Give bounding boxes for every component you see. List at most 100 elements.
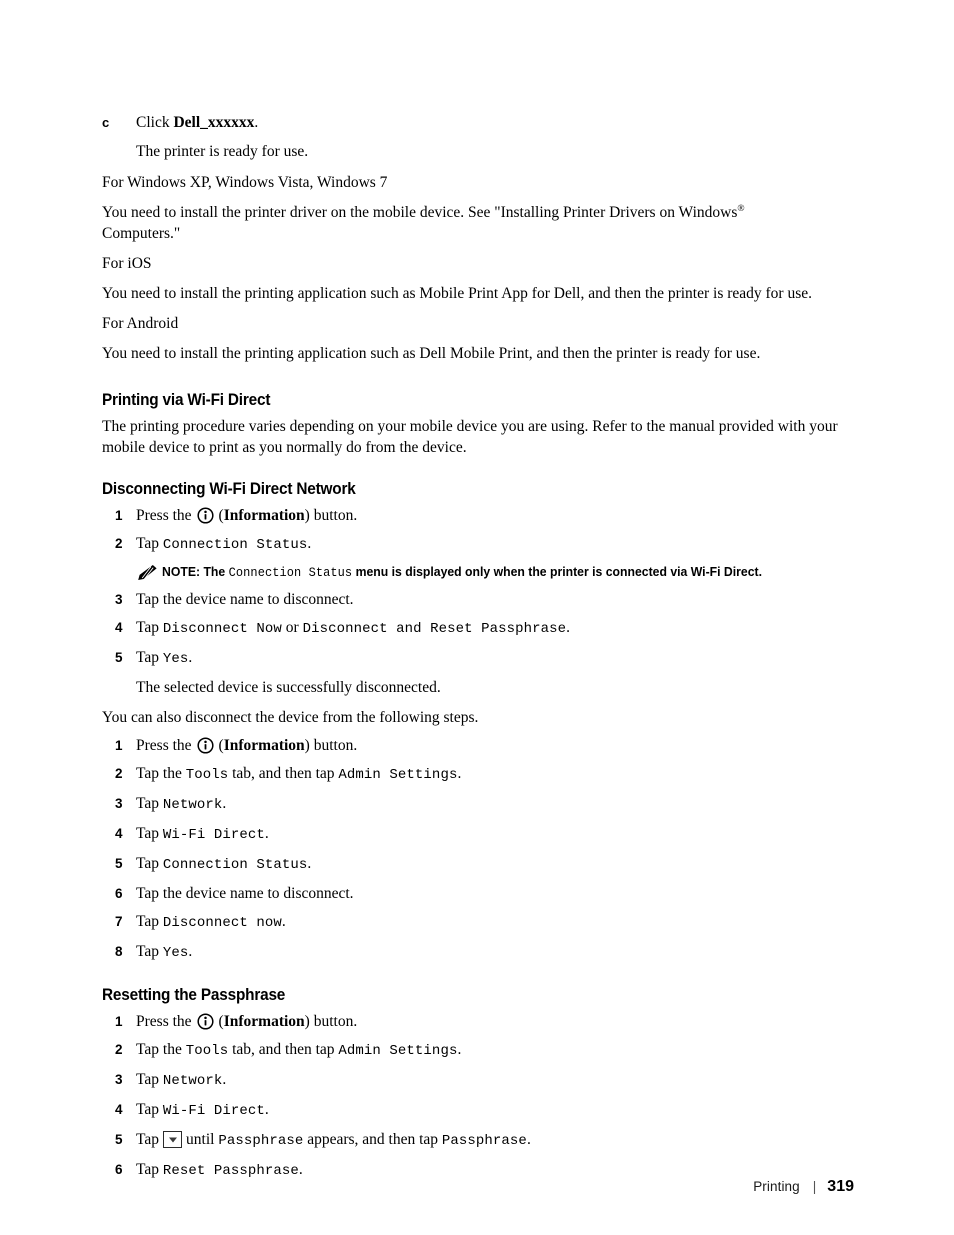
heading-disconnecting-wifi-direct-network: Disconnecting Wi-Fi Direct Network <box>102 480 356 498</box>
step-text-pre: Tap <box>136 795 163 812</box>
step-text: Press the (Information) button. <box>136 1011 854 1032</box>
registered-trademark-symbol: ® <box>737 203 745 214</box>
ui-string-disconnect-now: Disconnect now <box>162 915 282 931</box>
step-number: 4 <box>115 826 123 841</box>
step-text-post: . <box>298 1161 303 1178</box>
information-button-label: Information <box>223 1013 305 1030</box>
ui-string-tools: Tools <box>185 767 229 783</box>
ios-platform-heading: For iOS <box>102 255 152 272</box>
ui-string-passphrase-menu: Passphrase <box>441 1133 527 1149</box>
windows-platform-heading: For Windows XP, Windows Vista, Windows 7 <box>102 174 388 191</box>
step-text-pre: Tap the <box>136 765 186 782</box>
information-icon[interactable] <box>196 737 214 754</box>
disconnecting-steps-list: 1 Press the (Information) button. 2 Tap C… <box>102 505 854 556</box>
disconnecting-steps-list-cont: 3 Tap the device name to disconnect. 4 T… <box>102 589 854 670</box>
step-number: 4 <box>115 620 123 635</box>
printing-via-wifi-direct-body: The printing procedure varies depending … <box>102 418 838 456</box>
android-platform-heading: For Android <box>102 315 179 332</box>
step-text-mid: tab, and then tap <box>228 1041 339 1058</box>
step-text-pre: Tap <box>136 1071 163 1088</box>
heading-resetting-the-passphrase: Resetting the Passphrase <box>102 986 286 1004</box>
step-number: 1 <box>115 738 123 753</box>
step-text-post: . <box>222 1071 227 1088</box>
list-item: 4 Tap Wi-Fi Direct. <box>102 1099 854 1122</box>
step-text-pre: Tap <box>136 825 163 842</box>
windows-platform-body: You need to install the printer driver o… <box>102 202 854 244</box>
pencil-note-icon <box>136 564 162 582</box>
step-text-pre: Tap <box>136 535 163 552</box>
windows-body-text: You need to install the printer driver o… <box>102 204 738 221</box>
list-item: 6 Tap the device name to disconnect. <box>102 883 854 904</box>
step-text-pre: Tap <box>136 943 163 960</box>
step-text-post: . <box>222 795 227 812</box>
letter-step-marker: c <box>102 115 110 130</box>
information-icon[interactable] <box>196 507 214 524</box>
dell-device-name: Dell_xxxxxx <box>173 114 255 131</box>
ui-string-connection-status: Connection Status <box>162 537 308 553</box>
step-text: Tap the Tools tab, and then tap Admin Se… <box>136 763 854 786</box>
step-number: 6 <box>115 886 123 901</box>
footer-content: Printing | 319 <box>753 1178 854 1196</box>
list-item: 3 Tap Network. <box>102 1069 854 1092</box>
page-number: 319 <box>827 1178 854 1195</box>
disconnect-result-text: The selected device is successfully disc… <box>136 679 441 696</box>
step-number: 5 <box>115 1132 123 1147</box>
step-number: 2 <box>115 536 123 551</box>
down-arrow-button-icon[interactable] <box>163 1131 183 1148</box>
step-number: 5 <box>115 856 123 871</box>
step-text: Press the (Information) button. <box>136 735 854 756</box>
list-item: 4 Tap Wi-Fi Direct. <box>102 823 854 846</box>
note-text: NOTE: The Connection Status menu is disp… <box>162 563 799 581</box>
note-label: NOTE: <box>162 564 201 579</box>
step-text-post: . <box>281 913 286 930</box>
ui-string-network: Network <box>162 797 223 813</box>
list-item: 3 Tap Network. <box>102 793 854 816</box>
step-text: Tap Disconnect now. <box>136 911 854 934</box>
list-item: 1 Press the (Information) button. <box>102 505 854 526</box>
ui-string-yes: Yes <box>162 945 189 961</box>
step-number: 4 <box>115 1102 123 1117</box>
step-text: Tap Disconnect Now or Disconnect and Res… <box>136 617 854 640</box>
step-text-post: . <box>307 535 312 552</box>
step-text-mid-pre: until <box>186 1131 219 1148</box>
step-text-post: . <box>264 825 269 842</box>
step-text-pre: Tap <box>136 649 163 666</box>
ui-string-disconnect-and-reset-passphrase: Disconnect and Reset Passphrase <box>302 621 567 637</box>
step-text-post: . <box>307 855 312 872</box>
ui-string-passphrase: Passphrase <box>218 1133 304 1149</box>
ui-string-tools: Tools <box>185 1043 229 1059</box>
step-text: Press the (Information) button. <box>136 505 854 526</box>
list-item: 4 Tap Disconnect Now or Disconnect and R… <box>102 617 854 640</box>
step-text-pre: Press the <box>136 737 192 754</box>
page-content: c Click Dell_xxxxxx. The printer is read… <box>102 112 854 1189</box>
step-text-pre: Tap <box>136 1101 163 1118</box>
information-icon[interactable] <box>196 1013 214 1030</box>
letter-step-body: Click Dell_xxxxxx. <box>136 112 854 133</box>
footer-chapter-label: Printing <box>753 1179 800 1194</box>
letter-step-result: The printer is ready for use. <box>136 143 309 160</box>
list-item: 2 Tap the Tools tab, and then tap Admin … <box>102 763 854 786</box>
ui-string-admin-settings: Admin Settings <box>338 767 458 783</box>
footer-separator: | <box>812 1179 817 1194</box>
step-text: Tap Wi-Fi Direct. <box>136 823 854 846</box>
note-text-post: menu is displayed only when the printer … <box>352 564 762 579</box>
ui-string-network: Network <box>162 1073 223 1089</box>
ui-string-admin-settings: Admin Settings <box>338 1043 458 1059</box>
alternate-disconnect-steps-list: 1 Press the (Information) button. 2 Tap t… <box>102 735 854 964</box>
step-number: 5 <box>115 650 123 665</box>
step-text-pre: Tap <box>136 619 163 636</box>
android-platform-body: You need to install the printing applica… <box>102 345 761 362</box>
windows-body-text-cont: Computers." <box>102 225 181 242</box>
resetting-passphrase-steps-list: 1 Press the (Information) button. 2 Tap t… <box>102 1011 854 1182</box>
heading-printing-via-wifi-direct: Printing via Wi-Fi Direct <box>102 391 271 409</box>
information-button-label: Information <box>223 737 305 754</box>
step-text-post: . <box>457 765 462 782</box>
list-item: 2 Tap Connection Status. <box>102 533 854 556</box>
step-text-mid: appears, and then tap <box>303 1131 442 1148</box>
step-text-pre: Tap <box>136 913 163 930</box>
step-number: 6 <box>115 1162 123 1177</box>
step-text-pre: Tap <box>136 855 163 872</box>
note-text-pre: The <box>200 564 229 579</box>
step-text: Tap Yes. <box>136 647 854 670</box>
step-text-post: . <box>188 943 193 960</box>
